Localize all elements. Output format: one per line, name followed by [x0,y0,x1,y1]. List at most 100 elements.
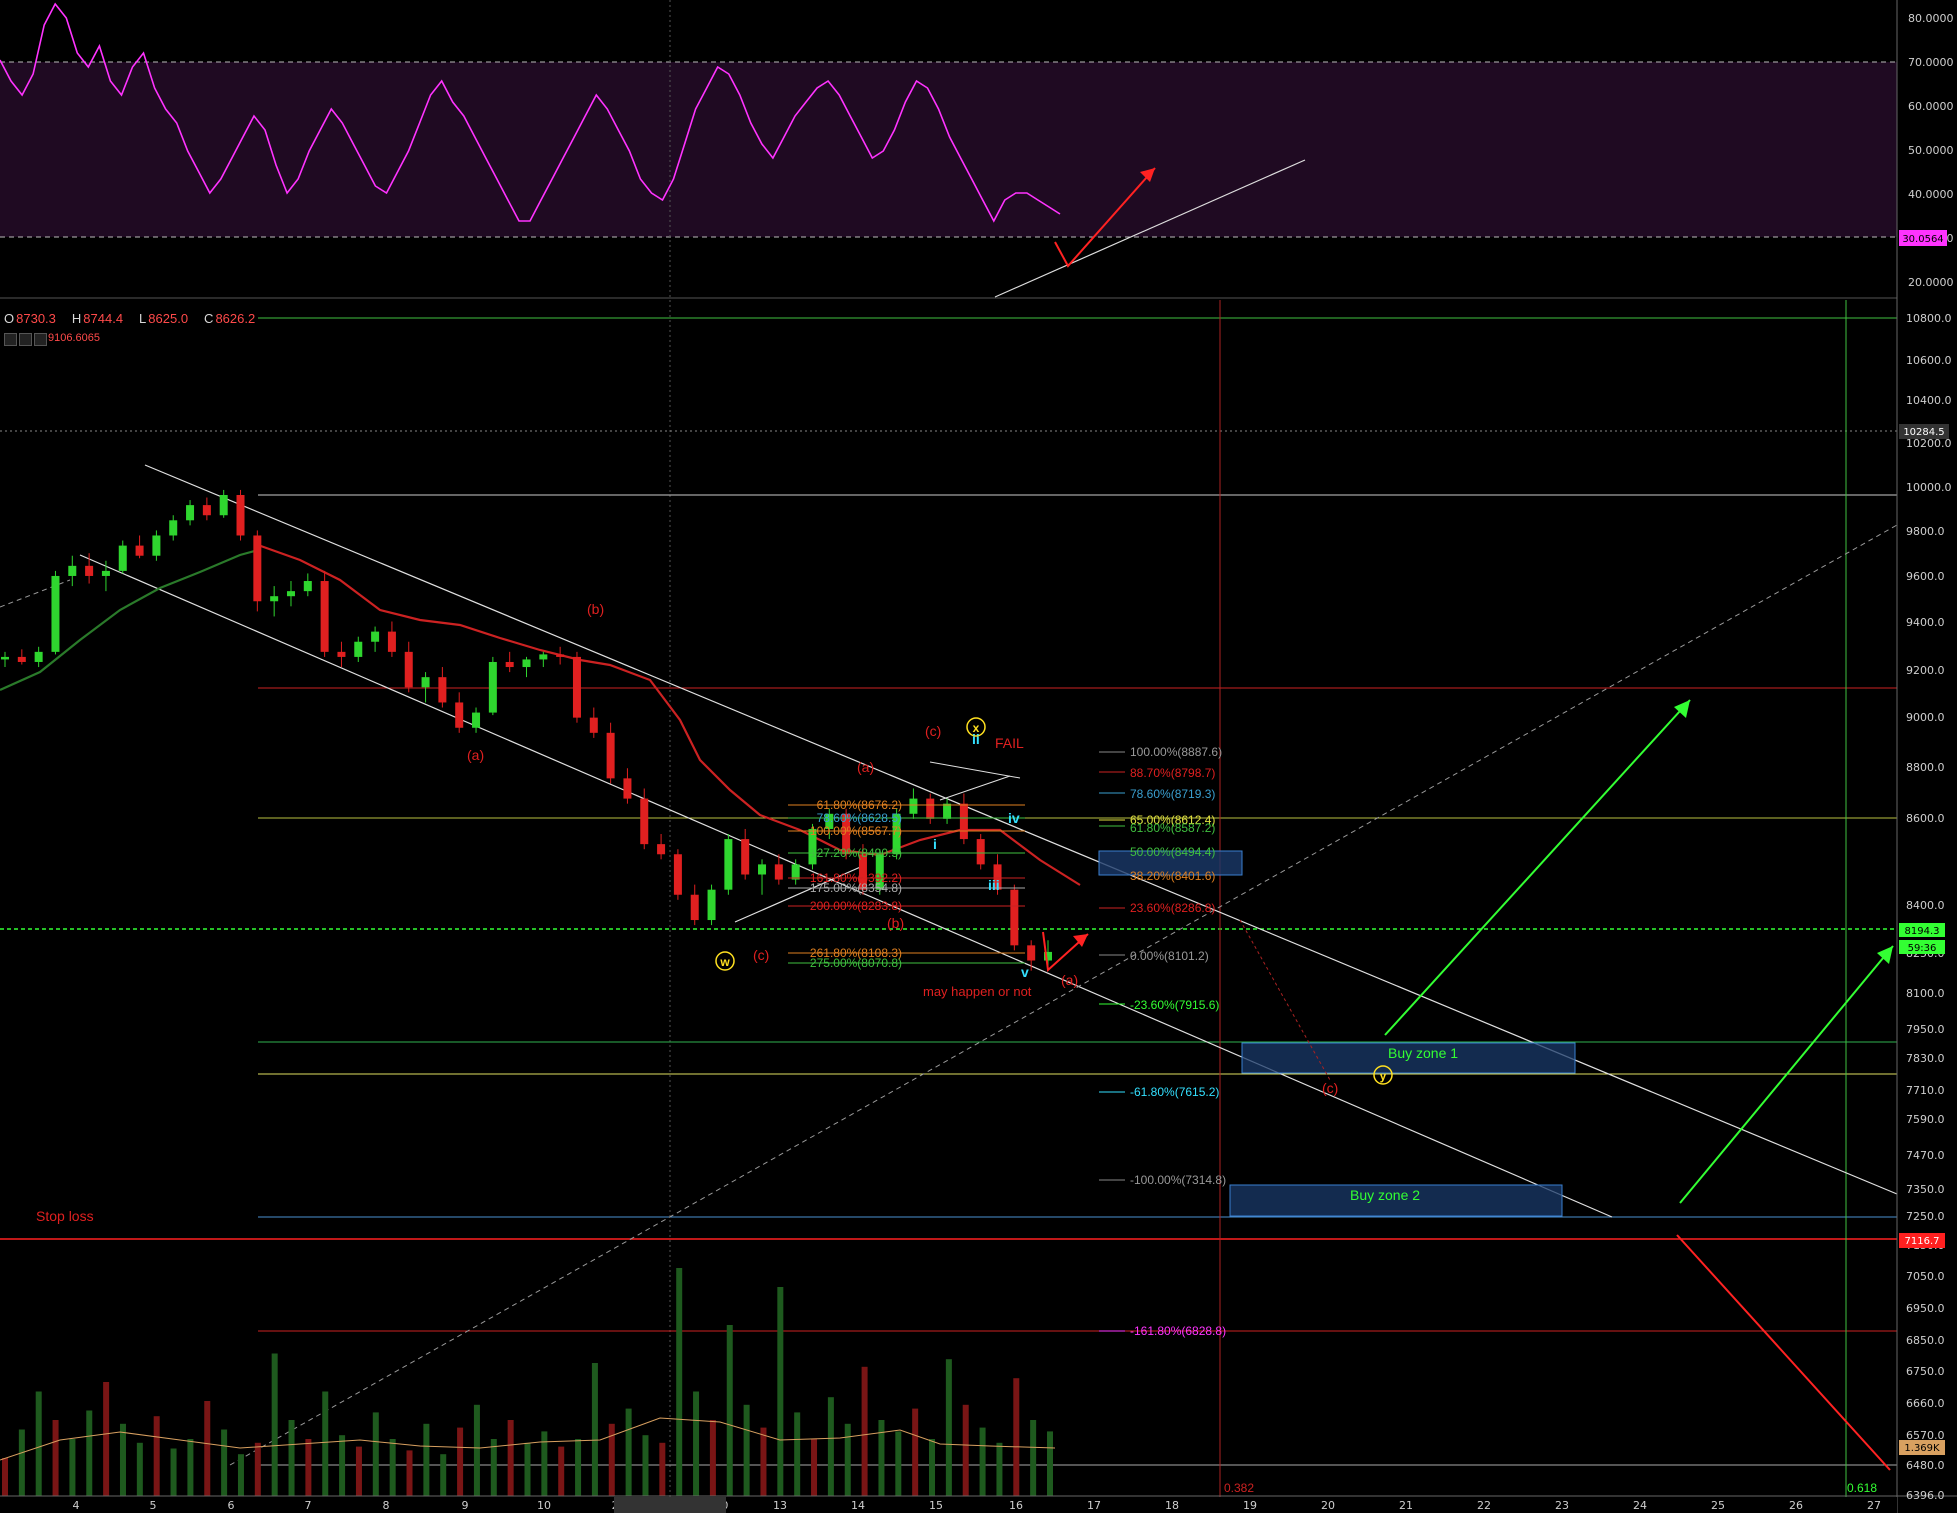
fib-r-0: 0.00%(8101.2) [1130,949,1209,963]
candle-body [791,864,800,880]
volume-bar [811,1439,818,1496]
candle-body [152,535,161,556]
close-icon[interactable] [34,333,47,346]
volume-bar [844,1423,851,1496]
candle-body [724,839,733,890]
volume-badge: 1.369K [1904,1443,1940,1454]
volume-bar [642,1435,649,1496]
time-tick: 24 [1633,1499,1647,1512]
price-tick: 9200.0 [1906,664,1945,677]
price-tick: 7950.0 [1906,1023,1945,1036]
rsi-pane [0,0,1897,1513]
volume-bar [591,1363,598,1496]
fib-l-1272: 127.20%(8490.5) [810,846,902,860]
volume-bar [979,1427,986,1496]
last-price-badge: 8194.3 [1905,926,1940,937]
time-tick: 13 [773,1499,787,1512]
candle-body [404,651,413,688]
volume-bar [878,1420,885,1496]
candle-body [539,654,548,660]
volume-bar [709,1420,716,1496]
rsi-current-badge: 30.0564 [1902,234,1943,245]
volume-bar [204,1401,211,1496]
candle-body [774,864,783,880]
candle-body [909,798,918,814]
time-tick: 14 [851,1499,865,1512]
price-tick: 7710.0 [1906,1084,1945,1097]
settings-icon[interactable] [19,333,32,346]
candle-body [522,659,531,668]
time-tick: 17 [1087,1499,1101,1512]
price-tick: 7590.0 [1906,1113,1945,1126]
time-tick: 7 [305,1499,312,1512]
wave-c3: (c) [1322,1080,1338,1096]
candle-body [959,803,968,840]
volume-bar [693,1391,700,1496]
candle-body [354,641,363,657]
price-tick: 6950.0 [1906,1302,1945,1315]
candle-body [1027,945,1036,961]
time-tick: 23 [1555,1499,1569,1512]
candle-body [85,565,94,576]
candle-body [286,591,295,597]
candle-body [438,677,447,703]
price-tick: 6480.0 [1906,1459,1945,1472]
time-tick: 15 [929,1499,943,1512]
volume-bar [726,1325,733,1496]
time-tick: 19 [1243,1499,1257,1512]
time-tick: 4 [73,1499,80,1512]
wave-a2: (a) [857,759,874,775]
ohlc-legend: O 8730.3 H 8744.4 L 8625.0 C 8626.2 [4,311,256,326]
price-tick: 7470.0 [1906,1149,1945,1162]
ratio-left: 0.382 [1224,1481,1254,1495]
volume-bar [2,1458,8,1496]
candle-body [270,596,279,602]
volume-bar [473,1404,480,1496]
candle-body [135,545,144,556]
volume-bar [827,1397,834,1496]
price-tick: 7350.0 [1906,1183,1945,1196]
candle-body [186,505,195,521]
volume-bar [1047,1431,1053,1496]
volume-bar [423,1423,430,1496]
price-tick: 10000.0 [1906,481,1952,494]
volume-bar [625,1408,632,1496]
candle-body [253,535,262,602]
volume-bar [237,1454,244,1496]
volume-bar [355,1446,362,1496]
price-tick: 8600.0 [1906,812,1945,825]
candle-body [505,661,514,668]
volume-bar [221,1429,228,1496]
wave-i: i [933,836,937,852]
volume-bar [69,1439,76,1496]
volume-bar [440,1454,447,1496]
fib-r-m236: -23.60%(7915.6) [1130,998,1219,1012]
wave-v: v [1021,964,1029,980]
candle-body [421,677,430,688]
legend-icons[interactable] [4,331,49,350]
ohlc-low: 8625.0 [148,311,189,326]
volume-bar [575,1439,582,1496]
time-tick: 8 [383,1499,390,1512]
ohlc-high: 8744.4 [83,311,124,326]
candle-body [640,798,649,845]
volume-bar [389,1439,396,1496]
price-tick: 9400.0 [1906,616,1945,629]
time-tick: 22 [1477,1499,1491,1512]
wave-labels: (a) (b) (a) (b) (c) (c) (c) (a) i ii iii… [467,601,1387,1096]
volume-bar [187,1439,194,1496]
wave-a3: (a) [1061,972,1078,988]
candle-body [758,864,767,875]
fib-l-275: 275.00%(8070.8) [810,956,902,970]
fib-l-175: 175.00%(8354.8) [810,881,902,895]
eye-icon[interactable] [4,333,17,346]
trendlines [0,464,1898,1466]
time-tick: 10 [537,1499,551,1512]
volume-bar [35,1391,42,1496]
volume-bar [305,1439,312,1496]
time-highlight [614,1497,726,1513]
trading-chart[interactable]: 80.000070.000060.000050.000040.000030.00… [0,0,1957,1513]
buy-zone-2-label: Buy zone 2 [1350,1187,1420,1203]
wave-iv: iv [1008,810,1020,826]
time-tick: 21 [1399,1499,1413,1512]
